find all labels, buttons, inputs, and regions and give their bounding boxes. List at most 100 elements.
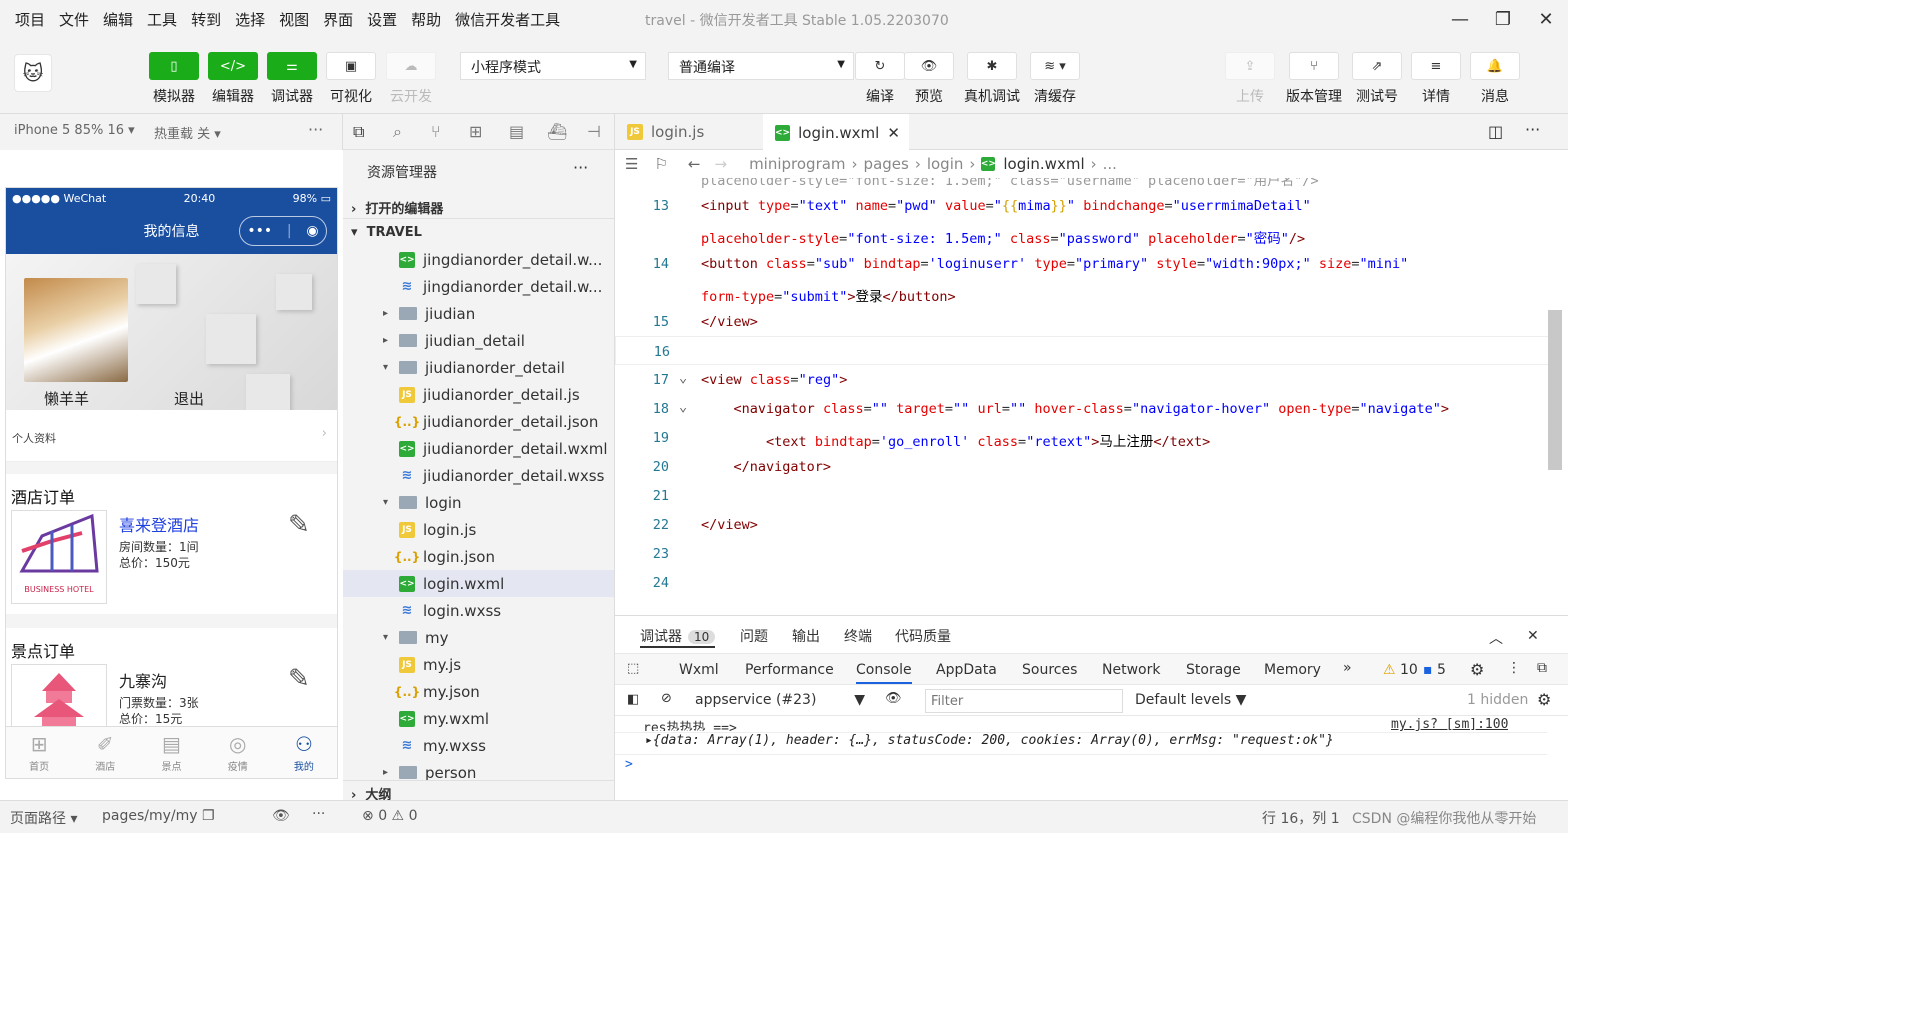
tree-file[interactable]: <> login.wxml	[343, 570, 614, 597]
close-icon[interactable]: ✕	[887, 124, 900, 142]
tree-folder[interactable]: ▸ jiudian_detail	[343, 327, 614, 354]
problems-indicator[interactable]: ⊗ 0 ⚠ 0	[362, 808, 417, 824]
copy-icon[interactable]: ❐	[202, 808, 215, 824]
console-object-line[interactable]: ▸{data: Array(1), header: {…}, statusCod…	[645, 733, 1334, 748]
code-line[interactable]: 24	[615, 568, 1555, 597]
compile-select[interactable]: 普通编译 ▼	[668, 52, 854, 80]
profile-row[interactable]: 个人资料 ›	[6, 410, 337, 462]
more-tabs-icon[interactable]: »	[1343, 660, 1352, 676]
menu-item[interactable]: 编辑	[96, 9, 140, 30]
menu-item[interactable]: 微信开发者工具	[448, 9, 567, 30]
tree-file[interactable]: ≋ jiudianorder_detail.wxss	[343, 462, 614, 489]
visual-button[interactable]: ▣	[326, 52, 376, 80]
settings-gear-icon[interactable]: ⚙	[1537, 690, 1551, 709]
console-filter-input[interactable]	[925, 689, 1123, 713]
more-icon[interactable]: ···	[1525, 120, 1540, 139]
sidebar-toggle-icon[interactable]: ◧	[627, 692, 639, 707]
record-icon[interactable]: ◉	[306, 223, 318, 239]
console-tab[interactable]: Performance	[745, 662, 834, 678]
console-prompt[interactable]: >	[625, 757, 633, 772]
debug-tab[interactable]: 代码质量	[895, 626, 951, 646]
tree-file[interactable]: <> jingdianorder_detail.w...	[343, 246, 614, 273]
console-tab[interactable]: Memory	[1264, 662, 1321, 678]
breadcrumb-item[interactable]: miniprogram	[749, 155, 845, 173]
upload-button[interactable]: ⇪	[1225, 52, 1275, 80]
code-line[interactable]: 19 <text bindtap='go_enroll' class="rete…	[615, 423, 1555, 452]
hotel-name[interactable]: 喜来登酒店	[119, 512, 199, 536]
more-icon[interactable]: ···	[308, 120, 323, 139]
expand-arrow-icon[interactable]: ▸	[645, 733, 653, 748]
dock-icon[interactable]: ⧉	[1537, 660, 1547, 676]
chevron-down-icon[interactable]: ▾	[383, 497, 399, 508]
debug-tab[interactable]: 终端	[844, 626, 872, 646]
git-icon[interactable]: ⑂	[431, 122, 441, 141]
menu-item[interactable]: 帮助	[404, 9, 448, 30]
preview-button[interactable]: 👁	[904, 52, 954, 80]
outline-header[interactable]: › 大纲	[343, 780, 614, 800]
tree-file[interactable]: {..} my.json	[343, 678, 614, 705]
hot-reload-select[interactable]: 热重载 关 ▾	[154, 123, 221, 142]
console-tab[interactable]: Network	[1102, 662, 1160, 678]
tree-folder[interactable]: ▾ my	[343, 624, 614, 651]
list-icon[interactable]: ☰	[625, 155, 638, 173]
code-line[interactable]: 13 <input type="text" name="pwd" value="{…	[615, 191, 1555, 220]
eye-icon[interactable]: 👁	[272, 808, 290, 824]
more-icon[interactable]: ···	[312, 806, 325, 822]
console-tab[interactable]: Wxml	[679, 662, 719, 678]
tree-file[interactable]: ≋ my.wxss	[343, 732, 614, 759]
version-button[interactable]: ⑂	[1289, 52, 1339, 80]
editor-toggle-button[interactable]: </>	[208, 52, 258, 80]
menu-item[interactable]: 界面	[316, 9, 360, 30]
tree-file[interactable]: JS jiudianorder_detail.js	[343, 381, 614, 408]
tab-spot[interactable]: ▤ 景点	[138, 727, 204, 778]
menu-item[interactable]: 转到	[184, 9, 228, 30]
tree-file[interactable]: <> jiudianorder_detail.wxml	[343, 435, 614, 462]
chevron-right-icon[interactable]: ▸	[383, 308, 399, 319]
breadcrumb-item[interactable]: login.wxml	[1003, 155, 1084, 173]
scrollbar-thumb[interactable]	[1548, 310, 1562, 470]
tab-home[interactable]: ⊞ 首页	[6, 727, 72, 778]
clear-console-icon[interactable]: ⊘	[661, 691, 672, 706]
menu-item[interactable]: 工具	[140, 9, 184, 30]
console-tab[interactable]: Sources	[1022, 662, 1077, 678]
chevron-down-icon[interactable]: ▾	[383, 632, 399, 643]
more-icon[interactable]: ⋮	[1507, 660, 1521, 676]
debug-tab[interactable]: 输出	[792, 626, 820, 646]
code-line[interactable]: 16	[615, 336, 1555, 365]
maximize-icon[interactable]: ❐	[1490, 6, 1516, 32]
docker-icon[interactable]: ⛴	[547, 122, 567, 141]
clear-cache-button[interactable]: ≋ ▾	[1030, 52, 1080, 80]
files-icon[interactable]: ⧉	[353, 122, 364, 142]
code-line[interactable]: placeholder-style="font-size: 1.5em;" cl…	[615, 220, 1555, 249]
logout-button[interactable]: 退出	[174, 388, 204, 409]
tree-file[interactable]: <> my.wxml	[343, 705, 614, 732]
settings-gear-icon[interactable]: ⚙	[1470, 660, 1484, 679]
close-window-icon[interactable]: ✕	[1533, 6, 1559, 32]
tab-user[interactable]: ⚇ 我的	[271, 727, 337, 778]
code-line[interactable]: 15 </view>	[615, 307, 1555, 336]
log-source-link[interactable]: my.js? [sm]:100	[1391, 717, 1508, 731]
breadcrumb-item[interactable]: ...	[1103, 155, 1117, 173]
console-output[interactable]: res热热热 ==> my.js? [sm]:100 ▸{data: Array…	[615, 717, 1568, 801]
forward-arrow-icon[interactable]: →	[714, 155, 727, 173]
code-line[interactable]: 14 <button class="sub" bindtap='loginuser…	[615, 249, 1555, 278]
mode-select[interactable]: 小程序模式 ▼	[460, 52, 646, 80]
tree-folder[interactable]: ▸ jiudian	[343, 300, 614, 327]
code-line[interactable]: 17 <view class="reg"> ⌄	[615, 365, 1555, 394]
cloud-button[interactable]: ☁	[386, 52, 436, 80]
context-select[interactable]: appservice (#23) ▼	[695, 689, 865, 713]
chevron-down-icon[interactable]: ▾	[383, 362, 399, 373]
tree-file[interactable]: JS login.js	[343, 516, 614, 543]
tree-file[interactable]: {..} login.json	[343, 543, 614, 570]
messages-button[interactable]: 🔔	[1470, 52, 1520, 80]
code-line[interactable]: 20 </navigator>	[615, 452, 1555, 481]
tab-login-js[interactable]: JS login.js	[615, 114, 761, 150]
close-icon[interactable]: ✕	[1527, 628, 1539, 644]
console-tab[interactable]: Storage	[1186, 662, 1241, 678]
code-line[interactable]: placeholder-style="font-size: 1.5em;" cl…	[615, 178, 1555, 191]
menu-item[interactable]: 设置	[360, 9, 404, 30]
more-icon[interactable]: ···	[573, 158, 588, 177]
tree-folder[interactable]: ▾ login	[343, 489, 614, 516]
tree-folder[interactable]: ▾ jiudianorder_detail	[343, 354, 614, 381]
edit-order-icon[interactable]: ✎	[288, 510, 310, 540]
